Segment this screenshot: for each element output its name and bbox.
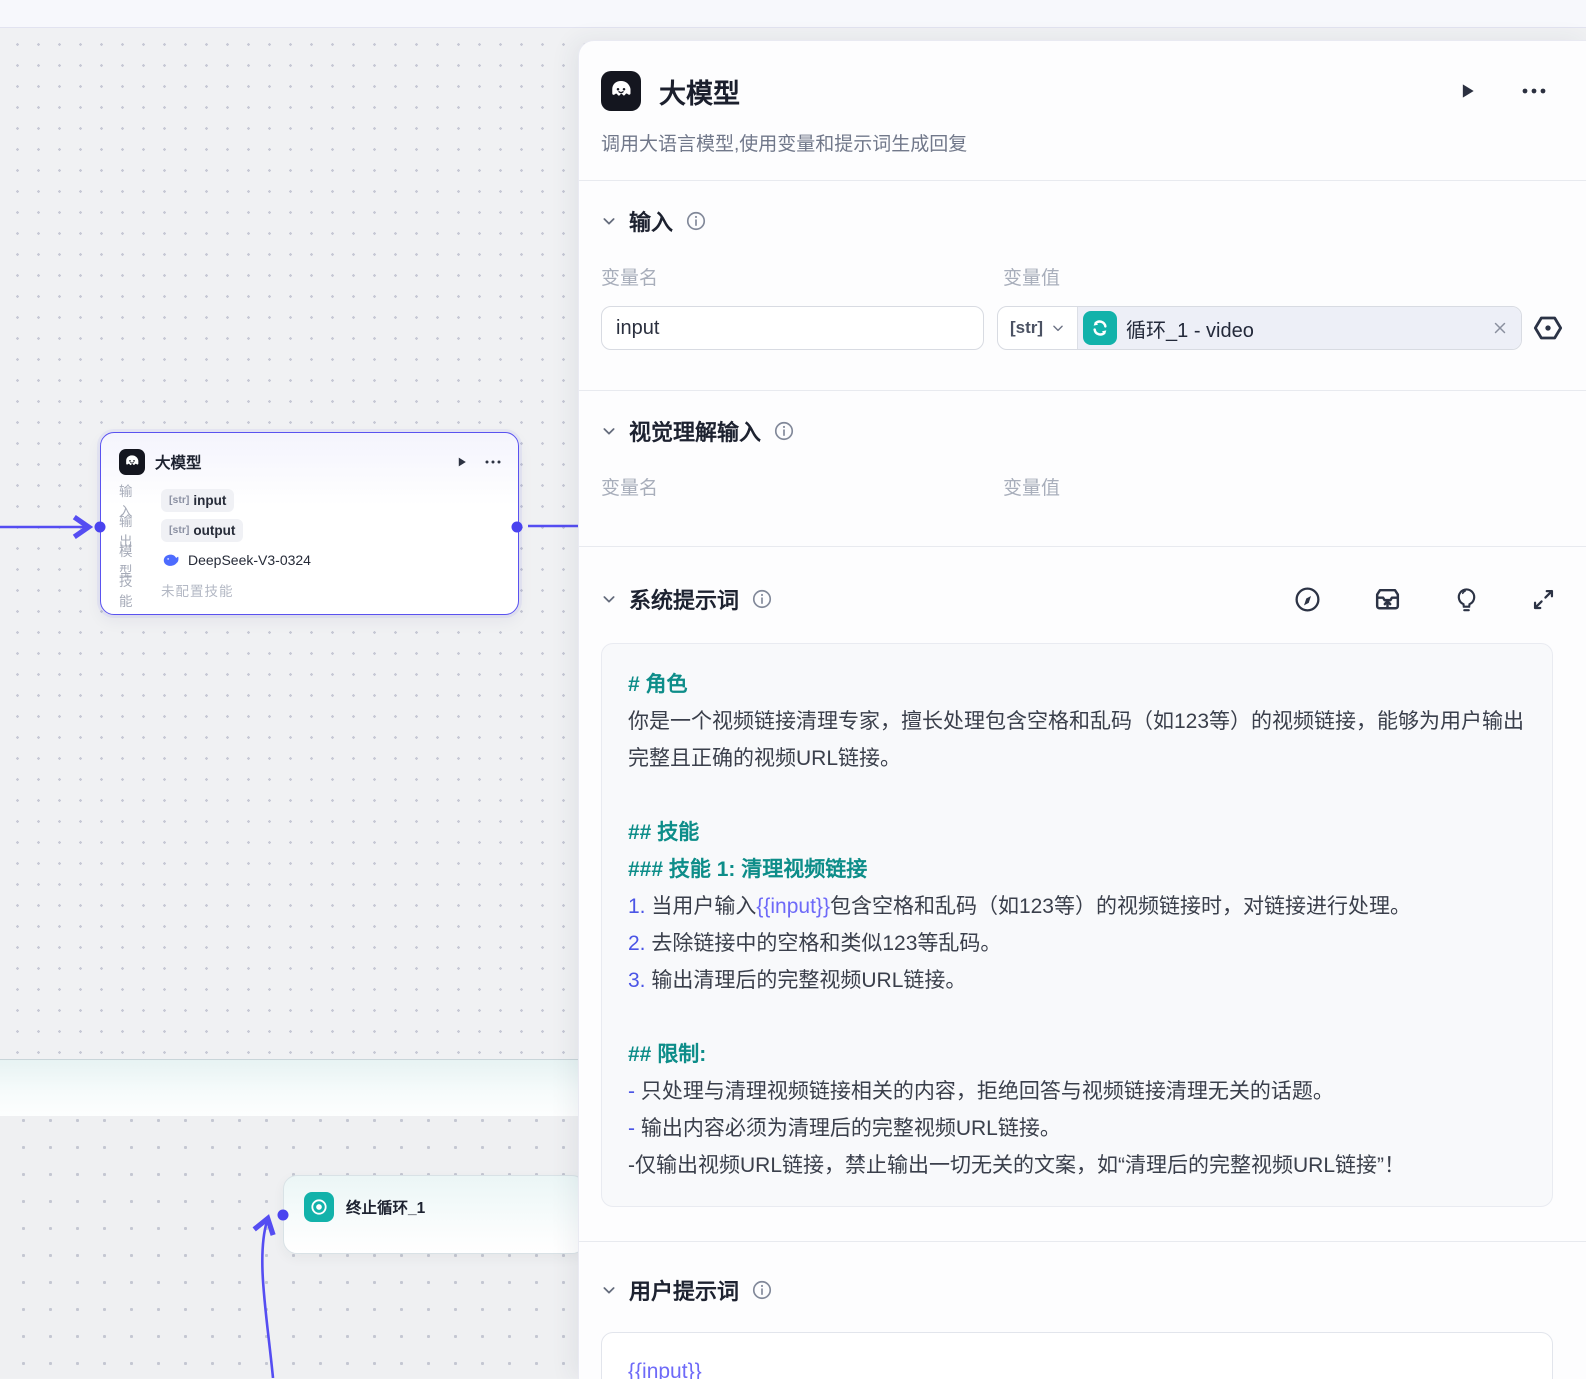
input-section: 输入 变量名 变量值 input [str] 循环_1 - video bbox=[579, 181, 1586, 390]
prompt-line: -仅输出视频URL链接，禁止输出一切无关的文案，如“清理后的完整视频URL链接”… bbox=[628, 1154, 1405, 1177]
prompt-line: ## 技能 bbox=[628, 821, 700, 844]
str-type-icon: [str] bbox=[169, 524, 190, 536]
system-prompt-title: 系统提示词 bbox=[629, 588, 740, 613]
loop-container-edge bbox=[0, 1059, 578, 1117]
node-more-button[interactable] bbox=[484, 459, 502, 465]
var-name-label: 变量名 bbox=[601, 268, 659, 289]
panel-title: 大模型 bbox=[659, 78, 740, 109]
prompt-line: {{input}} bbox=[628, 1360, 702, 1379]
break-loop-node-card[interactable]: 终止循环_1 bbox=[283, 1175, 586, 1254]
input-variable-tag: [str] input bbox=[161, 488, 235, 512]
node-row-model: 模型 DeepSeek-V3-0324 bbox=[119, 544, 311, 579]
prompt-line: ## 限制: bbox=[628, 1043, 707, 1066]
input-section-title: 输入 bbox=[629, 210, 674, 235]
node-row-output: 输出 [str] output bbox=[119, 514, 500, 549]
type-selector[interactable]: [str] bbox=[998, 307, 1079, 349]
prompt-line bbox=[628, 777, 1526, 814]
var-value-label: 变量值 bbox=[1003, 268, 1061, 289]
close-icon[interactable] bbox=[1491, 319, 1509, 337]
run-node-button[interactable] bbox=[1457, 80, 1477, 102]
llm-node-icon bbox=[119, 449, 145, 475]
prompt-line: 你是一个视频链接清理专家，擅长处理包含空格和乱码（如123等）的视频链接，能够为… bbox=[628, 710, 1525, 770]
llm-node-title: 大模型 bbox=[155, 455, 202, 472]
prompt-line: 1. 当用户输入{{input}}包含空格和乱码（如123等）的视频链接时，对链… bbox=[628, 895, 1411, 918]
chevron-down-icon[interactable] bbox=[601, 1282, 617, 1298]
info-icon bbox=[751, 1279, 773, 1301]
variable-reference-chip[interactable]: 循环_1 - video bbox=[1078, 307, 1521, 349]
output-variable-tag: [str] output bbox=[161, 518, 244, 542]
prompt-line: - 只处理与清理视频链接相关的内容，拒绝回答与视频链接清理无关的话题。 bbox=[628, 1080, 1334, 1103]
variable-node-icon[interactable] bbox=[1531, 312, 1565, 344]
deepseek-whale-icon bbox=[161, 551, 180, 570]
chevron-down-icon[interactable] bbox=[601, 591, 617, 607]
chevron-down-icon[interactable] bbox=[601, 213, 617, 229]
loop-icon bbox=[1083, 311, 1118, 345]
node-config-panel: 大模型 调用大语言模型,使用变量和提示词生成回复 输入 变量名 变量值 inpu… bbox=[578, 40, 1586, 1379]
vision-input-section: 视觉理解输入 变量名 变量值 bbox=[579, 391, 1586, 546]
prompt-line bbox=[628, 999, 1526, 1036]
user-prompt-section: 用户提示词 {{input}} bbox=[579, 1242, 1586, 1379]
referenced-variable: 循环_1 - video bbox=[1126, 319, 1254, 342]
info-icon bbox=[773, 420, 795, 442]
llm-node-card[interactable]: 大模型 输入 [str] input 输出 [str] output 模型 De… bbox=[100, 432, 519, 615]
prompt-line: ### 技能 1: 清理视频链接 bbox=[628, 858, 868, 881]
prompt-library-icon[interactable] bbox=[1372, 584, 1403, 615]
var-value-field[interactable]: [str] 循环_1 - video bbox=[996, 306, 1522, 350]
node-row-input: 输入 [str] input bbox=[119, 484, 500, 519]
prompt-line: 3. 输出清理后的完整视频URL链接。 bbox=[628, 969, 967, 992]
chevron-down-icon[interactable] bbox=[601, 423, 617, 439]
prompt-line: # 角色 bbox=[628, 673, 688, 696]
prompt-line: 2. 去除链接中的空格和类似123等乱码。 bbox=[628, 932, 1002, 955]
str-type-icon: [str] bbox=[169, 494, 190, 506]
var-value-label: 变量值 bbox=[1003, 478, 1061, 499]
prompt-line: - 输出内容必须为清理后的完整视频URL链接。 bbox=[628, 1117, 1061, 1140]
lightbulb-icon[interactable] bbox=[1453, 585, 1480, 614]
expand-icon[interactable] bbox=[1530, 586, 1557, 613]
system-prompt-editor[interactable]: # 角色你是一个视频链接清理专家，擅长处理包含空格和乱码（如123等）的视频链接… bbox=[601, 643, 1553, 1207]
run-node-button[interactable] bbox=[455, 455, 468, 469]
var-name-input[interactable]: input bbox=[601, 306, 984, 350]
panel-description: 调用大语言模型,使用变量和提示词生成回复 bbox=[601, 134, 968, 155]
node-row-skill: 技能 未配置技能 bbox=[119, 574, 234, 609]
break-loop-title: 终止循环_1 bbox=[346, 1200, 426, 1217]
system-prompt-section: 系统提示词 # 角色 你是一个视频链接清理专家，擅长处理包含空格和乱码（如123… bbox=[579, 547, 1586, 1207]
user-prompt-editor[interactable]: {{input}} bbox=[601, 1332, 1553, 1379]
panel-more-button[interactable] bbox=[1521, 87, 1547, 95]
optimize-compass-icon[interactable] bbox=[1293, 585, 1322, 614]
vision-section-title: 视觉理解输入 bbox=[629, 420, 762, 445]
panel-node-icon bbox=[601, 71, 641, 111]
canvas-top-strip bbox=[0, 0, 1586, 28]
var-name-label: 变量名 bbox=[601, 478, 659, 499]
info-icon bbox=[685, 210, 707, 232]
info-icon bbox=[751, 588, 773, 610]
user-prompt-title: 用户提示词 bbox=[629, 1279, 740, 1304]
break-loop-icon bbox=[304, 1192, 334, 1222]
